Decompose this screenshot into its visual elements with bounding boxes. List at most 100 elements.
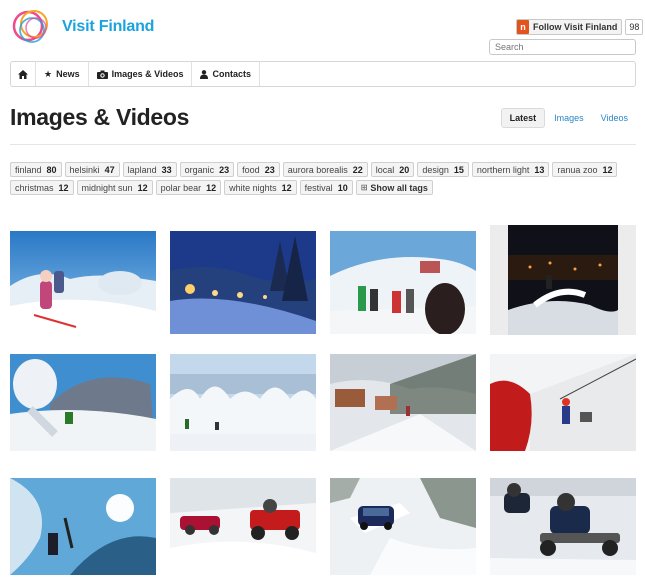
tag-name: food [242, 164, 260, 175]
star-icon: ★ [44, 68, 53, 79]
brand-name: Visit Finland [62, 18, 155, 35]
tag-count: 12 [58, 182, 69, 193]
photo-snowy-forest [170, 354, 316, 451]
tag-name: ranua zoo [557, 164, 598, 175]
filter-images[interactable]: Images [546, 109, 592, 127]
show-all-tags-button[interactable]: ⊞ Show all tags [355, 180, 433, 195]
tag-name: white nights [229, 182, 277, 193]
tag-count: 23 [264, 164, 275, 175]
nav-contacts-label: Contacts [212, 69, 251, 79]
media-thumbnail[interactable] [490, 225, 636, 335]
nav-images-videos-label: Images & Videos [111, 69, 184, 79]
follow-button[interactable]: n Follow Visit Finland [516, 19, 623, 35]
user-icon [200, 69, 209, 79]
tag[interactable]: food 23 [237, 162, 280, 177]
filter-latest[interactable]: Latest [500, 108, 546, 128]
media-thumbnail[interactable] [10, 478, 156, 575]
photo-kids-skiing [10, 231, 156, 334]
media-thumbnail[interactable] [490, 478, 636, 575]
tag[interactable]: lapland 33 [122, 162, 177, 177]
foursquare-icon: n [517, 20, 529, 34]
nav-news[interactable]: ★ News [36, 62, 89, 86]
tag[interactable]: organic 23 [179, 162, 235, 177]
tag-count: 15 [453, 164, 464, 175]
tag[interactable]: polar bear 12 [155, 180, 222, 195]
divider [10, 144, 636, 145]
tag-name: christmas [15, 182, 54, 193]
site-header: Visit Finland n Follow Visit Finland 98 [0, 0, 645, 58]
nav-images-videos[interactable]: Images & Videos [89, 62, 193, 86]
tag-count: 12 [281, 182, 292, 193]
tag-count: 80 [46, 164, 57, 175]
photo-night-ski-slope [170, 231, 316, 334]
tag[interactable]: white nights 12 [224, 180, 297, 195]
tag[interactable]: northern light 13 [471, 162, 550, 177]
tag-count: 12 [602, 164, 613, 175]
tag[interactable]: local 20 [370, 162, 415, 177]
tag-name: lapland [127, 164, 157, 175]
photo-skier-mountain [10, 354, 156, 451]
tag-name: midnight sun [81, 182, 133, 193]
tag[interactable]: aurora borealis 22 [282, 162, 368, 177]
tag[interactable]: finland 80 [10, 162, 62, 177]
tag[interactable]: christmas 12 [10, 180, 74, 195]
filter-videos[interactable]: Videos [593, 109, 636, 127]
nav-news-label: News [56, 69, 80, 79]
media-thumbnail[interactable] [170, 354, 316, 451]
media-thumbnail[interactable] [330, 478, 476, 575]
photo-snowboarder-night [508, 225, 618, 335]
tag-count: 33 [161, 164, 172, 175]
tag-name: festival [304, 182, 333, 193]
tag-name: helsinki [69, 164, 100, 175]
tag-name: organic [184, 164, 215, 175]
tag-count: 12 [137, 182, 148, 193]
main-nav: ★ News Images & Videos Contacts [10, 61, 636, 87]
show-all-tags-label: Show all tags [370, 182, 428, 193]
page-title: Images & Videos [10, 104, 190, 130]
plus-icon: ⊞ [360, 183, 368, 192]
tag[interactable]: helsinki 47 [64, 162, 120, 177]
tag-name: design [422, 164, 449, 175]
tag-count: 47 [104, 164, 115, 175]
home-icon [18, 69, 28, 79]
photo-car-ice-driving [330, 478, 476, 575]
media-thumbnail[interactable] [10, 231, 156, 334]
tag[interactable]: design 15 [417, 162, 469, 177]
search-input[interactable] [489, 39, 636, 55]
media-thumbnail[interactable] [10, 354, 156, 451]
follow-widget: n Follow Visit Finland 98 [516, 19, 644, 35]
nav-contacts[interactable]: Contacts [192, 62, 260, 86]
photo-go-karts-snow [170, 478, 316, 575]
follow-count: 98 [625, 19, 644, 35]
camera-icon [96, 70, 108, 79]
media-thumbnail[interactable] [330, 231, 476, 334]
tag-name: finland [15, 164, 42, 175]
photo-karting-drivers [490, 478, 636, 575]
media-thumbnail[interactable] [170, 231, 316, 334]
tag-name: northern light [476, 164, 530, 175]
nav-home[interactable] [11, 62, 36, 86]
tag-count: 12 [206, 182, 217, 193]
tag-count: 10 [337, 182, 348, 193]
tag[interactable]: ranua zoo 12 [552, 162, 618, 177]
follow-label: Follow Visit Finland [533, 22, 618, 32]
tag-count: 23 [219, 164, 230, 175]
tag-name: local [375, 164, 395, 175]
tag[interactable]: festival 10 [299, 180, 353, 195]
tag-cloud: finland 80 helsinki 47 lapland 33 organic 23… [10, 162, 636, 198]
tag-count: 20 [399, 164, 410, 175]
media-thumbnail[interactable] [490, 354, 636, 451]
tag-name: aurora borealis [287, 164, 348, 175]
photo-skier-powder-sun [10, 478, 156, 575]
site-logo[interactable]: Visit Finland [10, 4, 154, 50]
photo-skier-red-hat [490, 354, 636, 451]
photo-ski-lift-village [330, 354, 476, 451]
visit-finland-logo-icon [12, 10, 48, 43]
tag[interactable]: midnight sun 12 [76, 180, 153, 195]
photo-ski-resort-people [330, 231, 476, 334]
media-filter-tabs: Latest Images Videos [500, 108, 636, 128]
media-thumbnail[interactable] [170, 478, 316, 575]
media-thumbnail[interactable] [330, 354, 476, 451]
tag-name: polar bear [160, 182, 202, 193]
tag-count: 22 [352, 164, 363, 175]
